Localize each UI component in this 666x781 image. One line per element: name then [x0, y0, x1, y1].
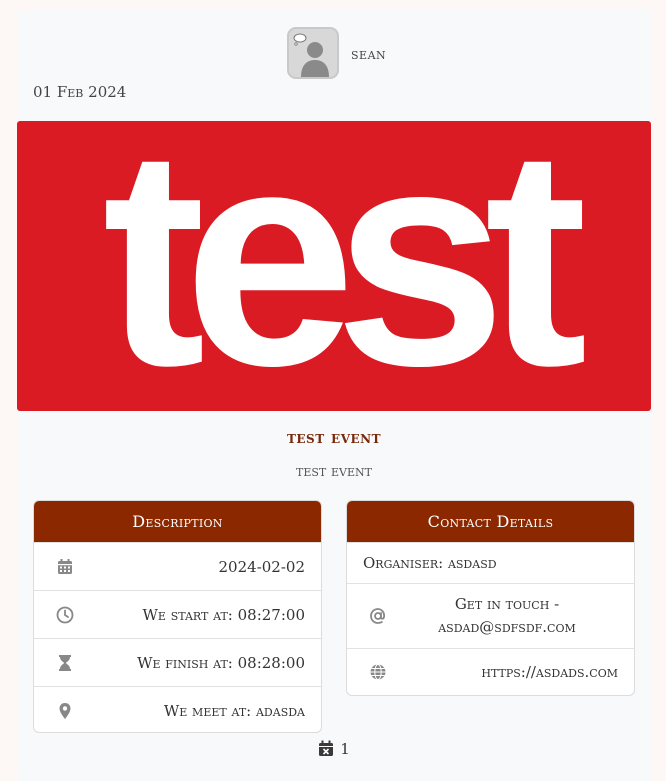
default-user-icon [293, 33, 329, 77]
globe-icon [370, 664, 386, 680]
start-time: We start at: 08:27:00 [142, 605, 306, 624]
meeting-place-row: We meet at: adasda [34, 686, 321, 732]
event-banner-image: test [17, 121, 651, 411]
website-row[interactable]: https://asdads.com [347, 648, 634, 695]
event-date: 2024-02-02 [218, 557, 305, 576]
clock-icon [56, 606, 74, 623]
event-subtitle: test event [296, 462, 372, 480]
finish-time-row: We finish at: 08:28:00 [34, 638, 321, 686]
attendance-footer[interactable]: 1 [17, 740, 651, 758]
calendar-x-icon [319, 740, 334, 756]
meeting-place: We meet at: adasda [163, 701, 305, 720]
description-card: Description 2024-02-02 We start at: 08:2… [33, 500, 322, 733]
attendance-count: 1 [340, 740, 350, 758]
avatar[interactable] [287, 27, 339, 79]
start-time-row: We start at: 08:27:00 [34, 590, 321, 638]
contact-card: Contact Details Organiser: asdasd Get in… [346, 500, 635, 696]
at-sign-icon [370, 608, 386, 624]
map-pin-icon [59, 702, 71, 719]
email-row[interactable]: Get in touch - asdad@sdfsdf.com [347, 583, 634, 648]
event-date-row: 2024-02-02 [34, 542, 321, 590]
finish-time: We finish at: 08:28:00 [137, 653, 305, 672]
hourglass-icon [59, 654, 71, 671]
post-date: 01 Feb 2024 [33, 83, 127, 101]
organiser-row: Organiser: asdasd [347, 542, 634, 583]
event-page: sean 01 Feb 2024 test test event test ev… [17, 10, 651, 781]
contact-card-header: Contact Details [347, 501, 634, 542]
event-title: test event [286, 428, 382, 448]
calendar-icon [58, 558, 72, 574]
email-link[interactable]: Get in touch - asdad@sdfsdf.com [397, 593, 617, 639]
author-name[interactable]: sean [351, 44, 386, 63]
banner-text: test [102, 121, 587, 411]
website-link[interactable]: https://asdads.com [481, 663, 618, 681]
author-block[interactable]: sean [287, 26, 386, 80]
description-card-header: Description [34, 501, 321, 542]
organiser: Organiser: asdasd [363, 554, 497, 572]
